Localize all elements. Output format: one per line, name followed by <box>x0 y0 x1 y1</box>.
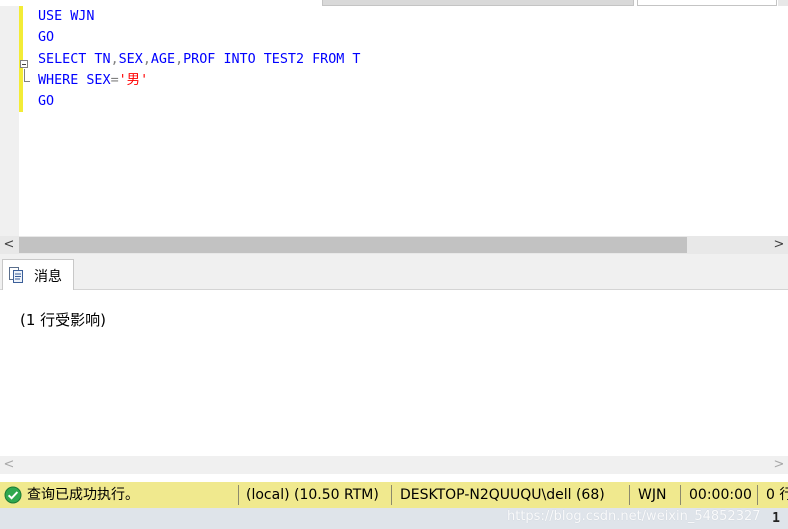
scrollbar-thumb[interactable] <box>19 237 687 253</box>
code-line[interactable]: SELECT TN,SEX,AGE,PROF INTO TEST2 FROM T <box>38 49 361 70</box>
scroll-left-arrow-icon[interactable]: < <box>0 236 18 254</box>
fold-guide <box>24 69 25 81</box>
code-token: INTO <box>223 51 256 67</box>
code-token: PROF <box>183 51 216 67</box>
code-token: TN <box>86 51 111 67</box>
code-token: USE <box>38 9 63 24</box>
code-token: GO <box>38 30 55 46</box>
status-separator <box>391 485 392 505</box>
status-database: WJN <box>638 487 667 503</box>
tab-messages-label: 消息 <box>34 269 62 285</box>
status-server: (local) (10.50 RTM) <box>246 487 379 503</box>
sql-code[interactable]: USE WJN GO SELECT TN,SEX,AGE,PROF INTO TES… <box>38 6 361 112</box>
code-line[interactable]: USE WJN <box>38 6 361 27</box>
scroll-left-arrow-icon[interactable]: < <box>0 456 18 474</box>
code-line[interactable]: WHERE SEX='男' <box>38 70 361 91</box>
code-token: SEX <box>118 51 143 67</box>
code-token: '男' <box>118 72 149 88</box>
editor-horizontal-scrollbar[interactable]: < > <box>0 236 788 254</box>
status-separator <box>680 485 681 505</box>
collapse-icon[interactable] <box>20 60 28 68</box>
line-indicator: 1 <box>772 511 780 526</box>
code-line[interactable]: GO <box>38 27 361 48</box>
success-check-icon <box>4 486 22 504</box>
results-tab-bar: 消息 <box>0 254 788 290</box>
code-token: WJN <box>70 9 95 24</box>
tab-messages[interactable]: 消息 <box>2 259 74 290</box>
code-token: SELECT <box>38 51 87 67</box>
editor-gutter <box>0 6 19 236</box>
status-separator <box>757 485 758 505</box>
watermark-text: https://blog.csdn.net/weixin_54852327 <box>507 509 761 524</box>
code-token: T <box>344 51 361 67</box>
message-icon <box>9 267 23 283</box>
window-status-strip: https://blog.csdn.net/weixin_54852327 1 <box>0 508 788 529</box>
scroll-right-arrow-icon[interactable]: > <box>770 236 788 254</box>
code-token: , <box>175 51 184 67</box>
query-editor[interactable]: USE WJN GO SELECT TN,SEX,AGE,PROF INTO TES… <box>0 6 788 236</box>
fold-guide-end <box>24 81 30 82</box>
rows-affected-message: (1 行受影响) <box>20 311 107 329</box>
query-status-bar: 查询已成功执行。 (local) (10.50 RTM) DESKTOP-N2Q… <box>0 482 788 508</box>
code-token: , <box>110 51 119 67</box>
status-message: 查询已成功执行。 <box>27 487 139 503</box>
status-row-count: 0 行 <box>766 487 788 503</box>
messages-pane[interactable]: (1 行受影响) <box>0 290 788 456</box>
code-token: FROM <box>312 51 345 67</box>
status-separator <box>238 485 239 505</box>
changed-lines-indicator <box>19 6 23 112</box>
code-token: AGE <box>150 51 176 67</box>
scroll-right-arrow-icon[interactable]: > <box>770 456 788 474</box>
code-line[interactable]: GO <box>38 91 361 112</box>
status-user: DESKTOP-N2QUUQU\dell (68) <box>400 487 605 503</box>
code-token: WHERE <box>38 72 79 88</box>
code-token: = <box>110 72 119 88</box>
status-separator <box>629 485 630 505</box>
code-token: , <box>142 51 151 67</box>
code-token: TEST2 <box>255 51 313 67</box>
messages-horizontal-scrollbar[interactable]: < > <box>0 456 788 474</box>
status-elapsed-time: 00:00:00 <box>689 487 752 503</box>
code-token: SEX <box>78 72 111 88</box>
code-token: GO <box>38 94 55 110</box>
